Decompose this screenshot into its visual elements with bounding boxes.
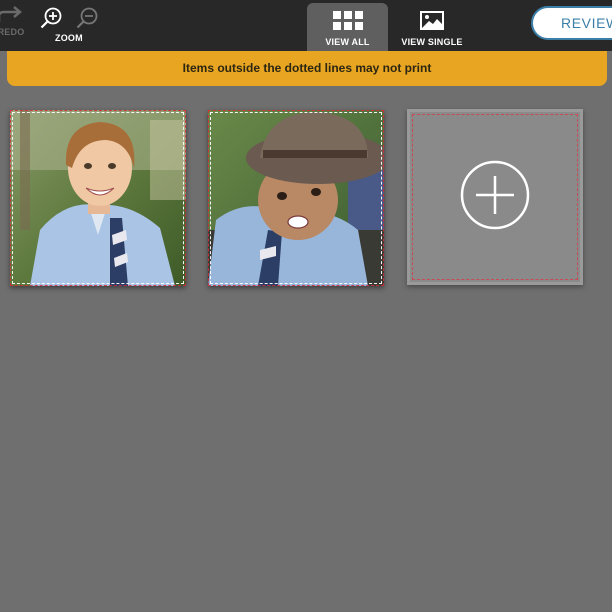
photo-tile[interactable]: [208, 110, 384, 286]
review-button[interactable]: REVIEW: [531, 6, 612, 40]
review-label: REVIEW: [561, 15, 612, 31]
zoom-label: ZOOM: [55, 33, 83, 43]
zoom-out-button[interactable]: [76, 6, 100, 30]
view-all-label: VIEW ALL: [325, 37, 370, 47]
image-icon: [420, 11, 444, 30]
grid-icon: [332, 11, 363, 30]
add-photo-tile[interactable]: [407, 109, 583, 285]
add-icon: [460, 160, 530, 230]
view-single-label: VIEW SINGLE: [401, 37, 463, 47]
redo-button[interactable]: REDO: [0, 6, 28, 37]
redo-label: REDO: [0, 27, 25, 37]
print-warning-banner: Items outside the dotted lines may not p…: [7, 51, 607, 86]
toolbar: REDO ZOOM VIEW ALL VIEW SINGLE REVIE: [0, 0, 612, 51]
tab-view-all[interactable]: VIEW ALL: [307, 3, 388, 51]
zoom-in-icon: [40, 7, 62, 29]
warning-text: Items outside the dotted lines may not p…: [182, 60, 432, 75]
zoom-group: ZOOM: [40, 6, 98, 46]
redo-icon: [0, 6, 22, 22]
zoom-in-button[interactable]: [40, 6, 64, 30]
zoom-out-icon: [76, 7, 98, 29]
photo-boy-blond: [10, 110, 186, 286]
photo-boy-hat: [208, 110, 384, 286]
tab-view-single[interactable]: VIEW SINGLE: [398, 3, 466, 51]
photo-tile[interactable]: [10, 110, 186, 286]
editor-app: REDO ZOOM VIEW ALL VIEW SINGLE REVIE Ite…: [0, 0, 612, 612]
